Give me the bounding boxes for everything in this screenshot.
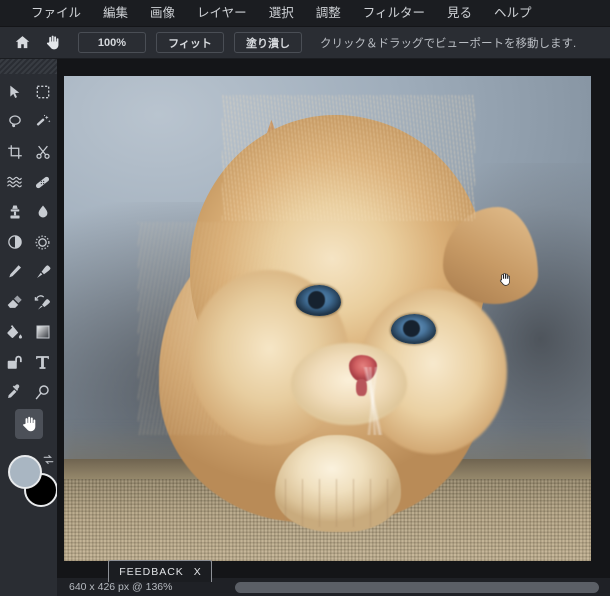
- crop-icon[interactable]: [1, 137, 29, 167]
- menu-select[interactable]: 選択: [258, 0, 305, 27]
- tool-panel-drag-handle[interactable]: [0, 59, 57, 74]
- menu-help[interactable]: ヘルプ: [483, 0, 543, 27]
- horizontal-scrollbar-thumb[interactable]: [235, 582, 599, 593]
- menu-adjustment[interactable]: 調整: [305, 0, 352, 27]
- sharpen-sun-icon[interactable]: [29, 227, 57, 257]
- option-bar: 100% フィット 塗り潰し クリック＆ドラッグでビューポートを移動します.: [0, 27, 610, 59]
- marquee-select-icon[interactable]: [29, 77, 57, 107]
- water-drop-icon[interactable]: [29, 197, 57, 227]
- horizontal-scrollbar-track[interactable]: [235, 582, 599, 593]
- paintbrush-icon[interactable]: [29, 257, 57, 287]
- gradient-icon[interactable]: [29, 317, 57, 347]
- scissors-icon[interactable]: [29, 137, 57, 167]
- feedback-tab[interactable]: FEEDBACK X: [108, 560, 212, 582]
- canvas-workspace[interactable]: [57, 59, 610, 577]
- magic-wand-icon[interactable]: [29, 107, 57, 137]
- tool-grid: [0, 74, 57, 407]
- feedback-tab-label: FEEDBACK: [119, 565, 184, 578]
- liquify-icon[interactable]: [1, 167, 29, 197]
- eraser-icon[interactable]: [1, 287, 29, 317]
- fill-button[interactable]: 塗り潰し: [234, 32, 302, 53]
- statusbar-corner: [0, 577, 57, 596]
- photo-editor-window: ファイル 編集 画像 レイヤー 選択 調整 フィルター 見る ヘルプ 100% …: [0, 0, 610, 596]
- lasso-icon[interactable]: [1, 107, 29, 137]
- tool-panel: [0, 59, 58, 596]
- text-t-icon[interactable]: [29, 347, 57, 377]
- document-canvas[interactable]: [64, 76, 591, 561]
- menu-view[interactable]: 見る: [436, 0, 483, 27]
- hand-icon[interactable]: [38, 30, 66, 56]
- eyedropper-icon[interactable]: [1, 377, 29, 407]
- document-info: 640 x 426 px @ 136%: [69, 581, 173, 593]
- heal-bandage-icon[interactable]: [29, 167, 57, 197]
- swap-arrows-icon[interactable]: [42, 453, 55, 471]
- dodge-burn-icon[interactable]: [1, 227, 29, 257]
- hand-tool-row: [0, 409, 57, 439]
- home-icon[interactable]: [8, 30, 36, 56]
- close-icon[interactable]: X: [194, 566, 201, 578]
- color-swatches: [0, 447, 58, 519]
- magnifier-icon[interactable]: [29, 377, 57, 407]
- paint-bucket-icon[interactable]: [1, 317, 29, 347]
- clone-stamp-icon[interactable]: [1, 197, 29, 227]
- menu-file[interactable]: ファイル: [20, 0, 92, 27]
- shape-icon[interactable]: [1, 347, 29, 377]
- menu-filter[interactable]: フィルター: [352, 0, 436, 27]
- foreground-color-swatch[interactable]: [8, 455, 42, 489]
- menu-edit[interactable]: 編集: [92, 0, 139, 27]
- history-brush-icon[interactable]: [29, 287, 57, 317]
- pencil-icon[interactable]: [1, 257, 29, 287]
- option-hint-text: クリック＆ドラッグでビューポートを移動します.: [320, 37, 577, 50]
- menubar: ファイル 編集 画像 レイヤー 選択 調整 フィルター 見る ヘルプ: [0, 0, 610, 27]
- hand-tool[interactable]: [14, 409, 43, 439]
- arrow-move-icon[interactable]: [1, 77, 29, 107]
- zoom-100-button[interactable]: 100%: [78, 32, 146, 53]
- menu-layer[interactable]: レイヤー: [186, 0, 258, 27]
- kitten-photo: [64, 76, 591, 561]
- fit-button[interactable]: フィット: [156, 32, 224, 53]
- menu-image[interactable]: 画像: [139, 0, 186, 27]
